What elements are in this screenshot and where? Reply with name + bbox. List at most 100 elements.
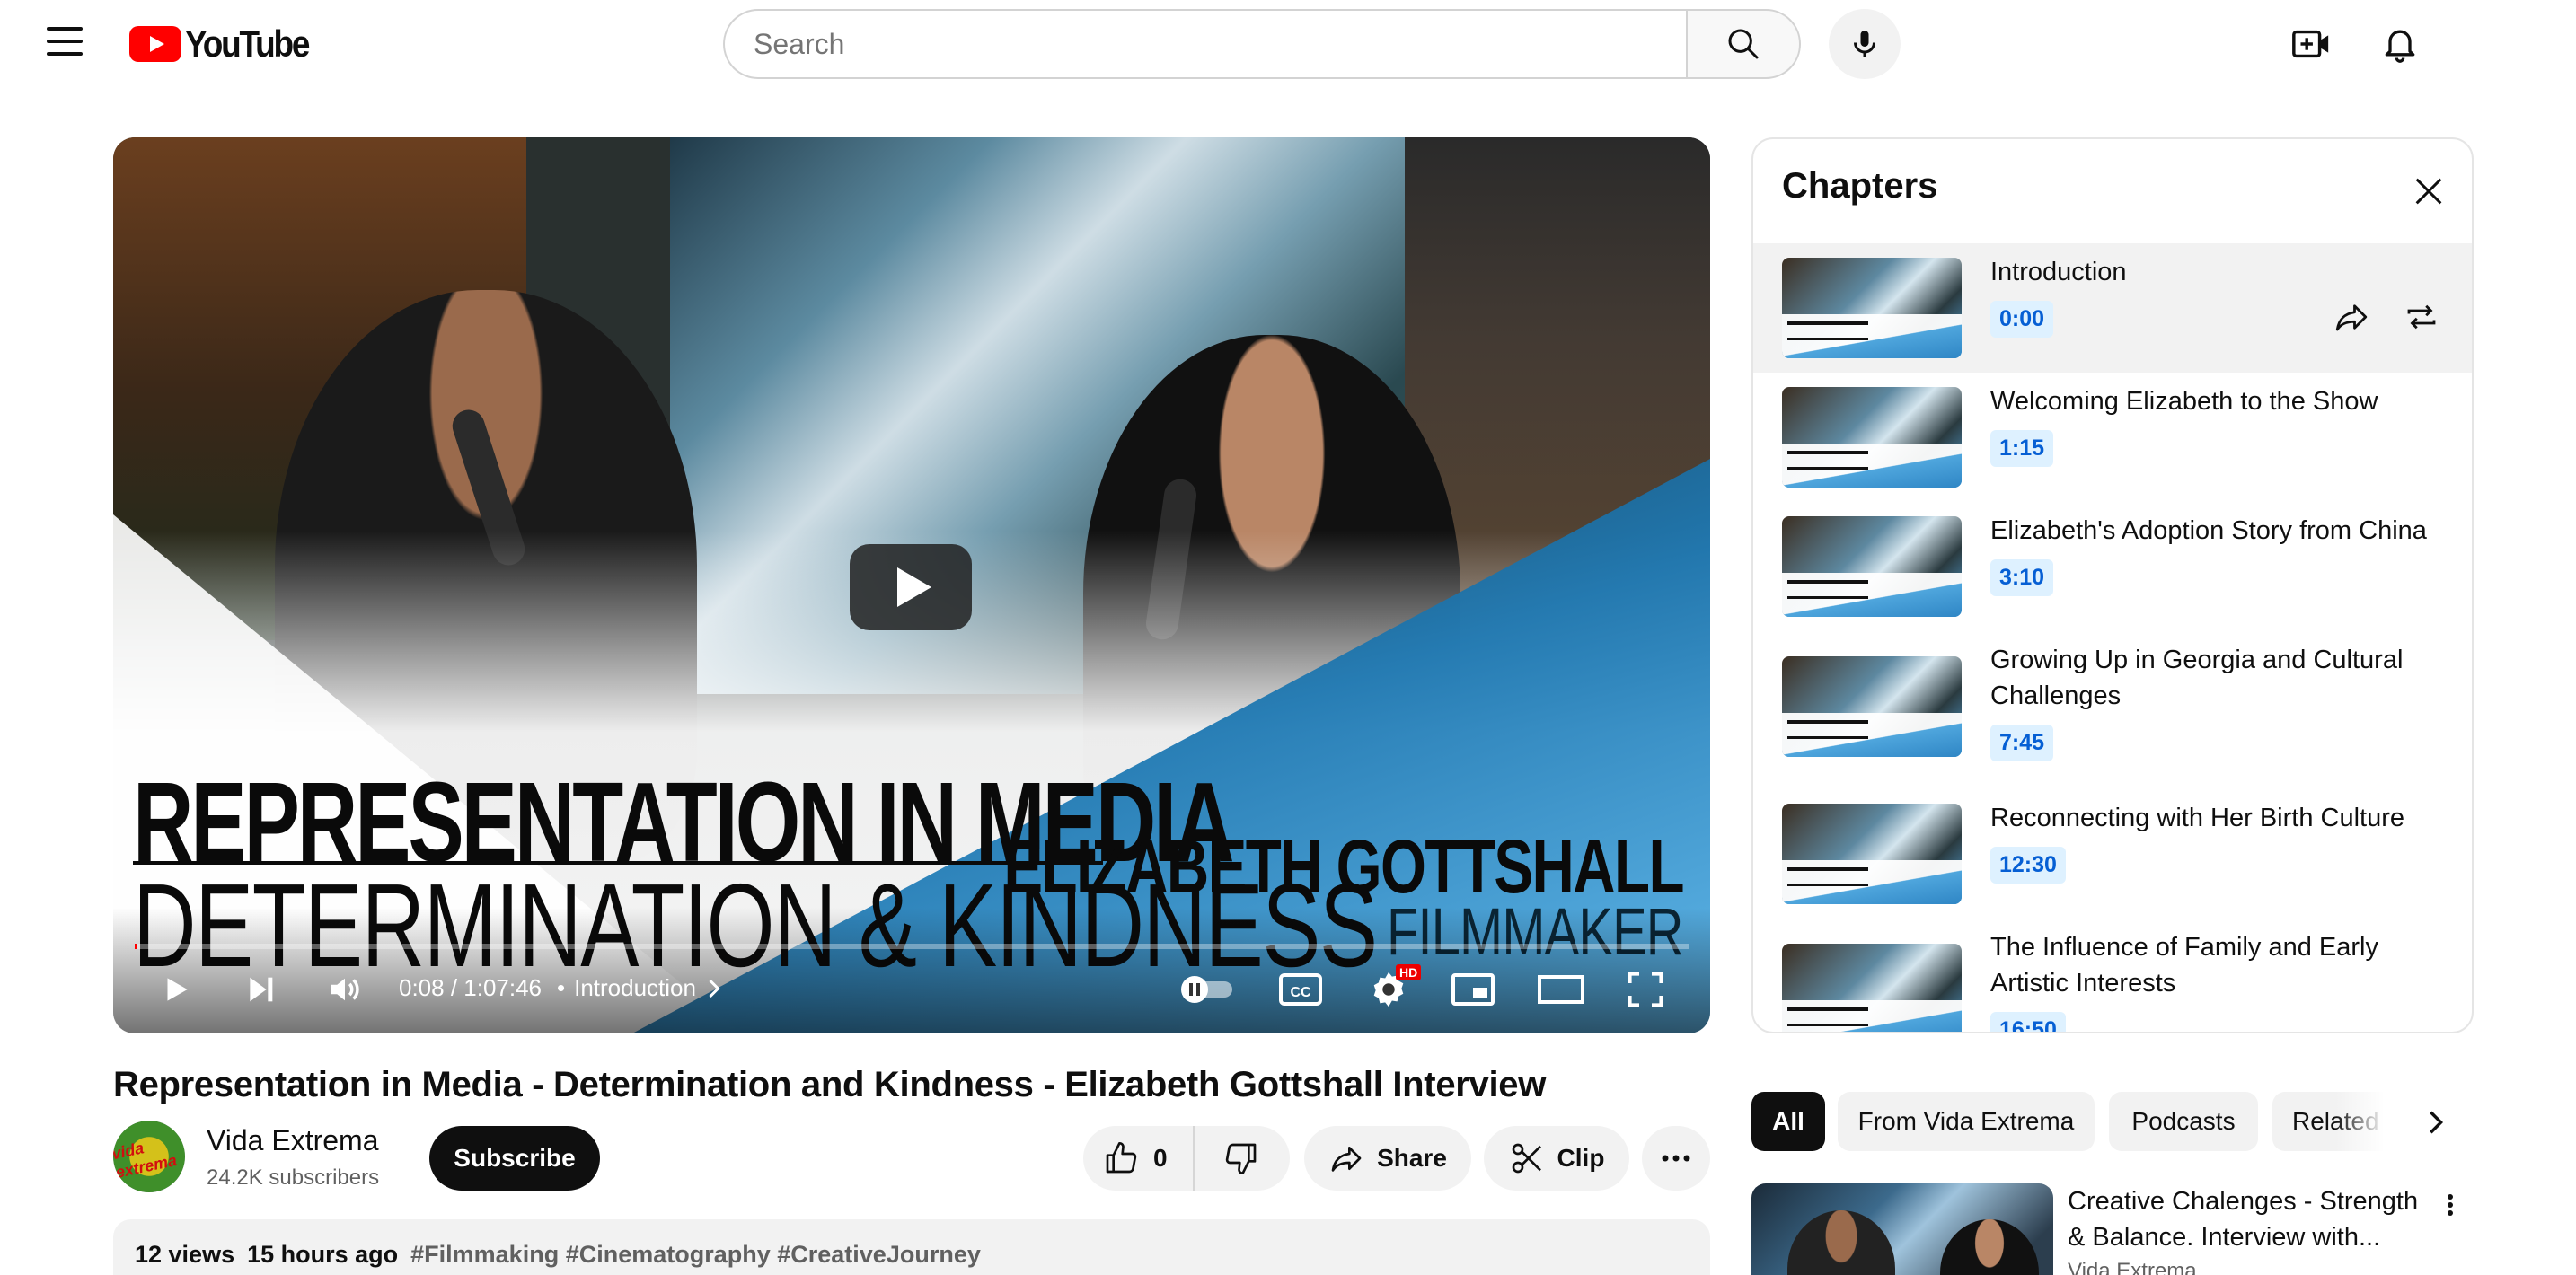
- next-button[interactable]: [235, 961, 286, 1018]
- related-thumbnail-person: [1787, 1210, 1895, 1275]
- chapter-thumbnail: [1782, 656, 1962, 757]
- share-button[interactable]: Share: [1304, 1126, 1471, 1191]
- fullscreen-button[interactable]: [1620, 961, 1671, 1018]
- chip-from-channel[interactable]: From Vida Extrema: [1838, 1092, 2095, 1151]
- bell-icon: [2385, 30, 2415, 63]
- youtube-play-logo-icon: [129, 26, 181, 62]
- chapter-timestamp[interactable]: 3:10: [1990, 559, 2054, 596]
- chapter-item[interactable]: Growing Up in Georgia and Cultural Chall…: [1753, 631, 2472, 789]
- progress-played: [135, 944, 138, 949]
- like-dislike-group: 0: [1083, 1126, 1290, 1191]
- chapter-item[interactable]: Introduction 0:00: [1753, 243, 2472, 373]
- chapter-title: Welcoming Elizabeth to the Show: [1990, 387, 2378, 416]
- loop-chapter-button[interactable]: [2396, 294, 2447, 340]
- bullet-separator: •: [557, 974, 566, 1001]
- clip-label: Clip: [1557, 1144, 1605, 1172]
- miniplayer-icon: [1451, 973, 1495, 1006]
- play-button[interactable]: [151, 961, 201, 1018]
- volume-icon: [331, 978, 359, 1001]
- autoplay-toggle-icon: [1181, 976, 1232, 1003]
- chapter-thumbnail: [1782, 804, 1962, 904]
- close-chapters-button[interactable]: [2404, 166, 2454, 216]
- chapter-title: The Influence of Family and Early Artist…: [1990, 933, 2378, 998]
- hd-badge: HD: [1396, 964, 1422, 980]
- share-icon: [1331, 1147, 1362, 1172]
- chapter-timestamp[interactable]: 1:15: [1990, 430, 2054, 467]
- current-chapter-label: Introduction: [574, 974, 696, 1001]
- microphone-icon: [1854, 31, 1875, 57]
- youtube-logo[interactable]: YouTube: [129, 22, 325, 65]
- chapter-timestamp[interactable]: 0:00: [1990, 301, 2054, 338]
- repeat-icon: [2407, 304, 2436, 330]
- video-create-icon: [2292, 30, 2329, 58]
- related-video-channel: Vida Extrema: [2068, 1259, 2197, 1275]
- channel-name[interactable]: Vida Extrema: [207, 1124, 379, 1157]
- volume-button[interactable]: [320, 961, 370, 1018]
- scissors-icon: [1512, 1143, 1541, 1174]
- clip-button[interactable]: Clip: [1484, 1126, 1629, 1191]
- chapter-thumbnail: [1782, 258, 1962, 358]
- chapter-timestamp[interactable]: 12:30: [1990, 847, 2066, 884]
- chapter-timestamp[interactable]: 7:45: [1990, 725, 2054, 761]
- subscribe-button[interactable]: Subscribe: [429, 1126, 600, 1191]
- theater-mode-button[interactable]: [1534, 961, 1588, 1018]
- dislike-button[interactable]: [1195, 1126, 1288, 1191]
- search-button[interactable]: [1686, 9, 1801, 79]
- notifications-button[interactable]: [2377, 20, 2423, 66]
- captions-button[interactable]: CC: [1275, 961, 1326, 1018]
- like-button[interactable]: 0: [1083, 1126, 1195, 1191]
- chapter-item[interactable]: Elizabeth's Adoption Story from China 3:…: [1753, 502, 2472, 631]
- subscriber-count: 24.2K subscribers: [207, 1165, 380, 1190]
- share-icon: [2335, 304, 2368, 331]
- chapter-title: Reconnecting with Her Birth Culture: [1990, 804, 2404, 832]
- more-horizontal-icon: [1662, 1155, 1690, 1162]
- chapter-item[interactable]: Reconnecting with Her Birth Culture 12:3…: [1753, 789, 2472, 919]
- chapter-thumbnail: [1782, 516, 1962, 617]
- related-video-thumbnail[interactable]: [1751, 1183, 2053, 1275]
- autoplay-toggle[interactable]: [1177, 961, 1239, 1018]
- skip-next-icon: [250, 977, 273, 1002]
- chapter-title: Introduction: [1990, 258, 2127, 286]
- play-icon: [167, 978, 188, 1001]
- current-chapter-button[interactable]: • Introduction: [557, 974, 723, 1002]
- description-box[interactable]: 12 views 15 hours ago #Filmmaking #Cinemat…: [113, 1219, 1710, 1275]
- channel-avatar[interactable]: vida extrema: [113, 1121, 185, 1192]
- hashtags[interactable]: #Filmmaking #Cinematography #CreativeJou…: [410, 1241, 981, 1268]
- search-input[interactable]: [723, 9, 1686, 79]
- create-button[interactable]: [2289, 22, 2333, 66]
- chips-next-button[interactable]: [2411, 1097, 2461, 1148]
- closed-captions-icon: CC: [1279, 973, 1322, 1006]
- chapters-panel: Chapters Introduction 0:00 Welcoming Eli…: [1751, 137, 2474, 1033]
- chip-all[interactable]: All: [1751, 1092, 1825, 1151]
- chip-podcasts[interactable]: Podcasts: [2109, 1092, 2258, 1151]
- theater-mode-icon: [1538, 975, 1584, 1004]
- chapter-thumbnail: [1782, 944, 1962, 1032]
- more-vertical-icon: [2448, 1191, 2453, 1218]
- svg-text:CC: CC: [1290, 985, 1311, 1000]
- miniplayer-button[interactable]: [1448, 961, 1498, 1018]
- like-count: 0: [1153, 1144, 1168, 1172]
- progress-bar[interactable]: [135, 944, 1689, 949]
- chapter-timestamp[interactable]: 16:50: [1990, 1012, 2066, 1032]
- time-display: 0:08 / 1:07:46: [399, 974, 543, 1001]
- large-play-button[interactable]: [850, 544, 972, 630]
- more-actions-button[interactable]: [1642, 1126, 1710, 1191]
- related-video-title[interactable]: Creative Chalenges - Strength & Balance.…: [2068, 1183, 2427, 1255]
- voice-search-button[interactable]: [1829, 9, 1901, 79]
- upload-date: 15 hours ago: [247, 1241, 399, 1268]
- related-video-menu-button[interactable]: [2434, 1183, 2466, 1227]
- chapter-item[interactable]: The Influence of Family and Early Artist…: [1753, 919, 2472, 1032]
- share-chapter-button[interactable]: [2328, 294, 2375, 340]
- video-player[interactable]: REPRESENTATION IN MEDIA DETERMINATION & …: [113, 137, 1710, 1033]
- chapter-item[interactable]: Welcoming Elizabeth to the Show 1:15: [1753, 373, 2472, 502]
- description-meta: 12 views 15 hours ago #Filmmaking #Cinemat…: [135, 1241, 981, 1269]
- chevron-right-icon: [2430, 1111, 2444, 1134]
- top-bar: YouTube: [0, 0, 2576, 90]
- search-bar: [723, 9, 1801, 79]
- settings-button[interactable]: HD: [1362, 961, 1422, 1018]
- close-icon: [2415, 178, 2442, 205]
- fullscreen-icon: [1628, 972, 1663, 1007]
- chapter-title: Growing Up in Georgia and Cultural Chall…: [1990, 646, 2404, 710]
- search-icon: [1728, 29, 1759, 59]
- menu-icon[interactable]: [47, 27, 83, 59]
